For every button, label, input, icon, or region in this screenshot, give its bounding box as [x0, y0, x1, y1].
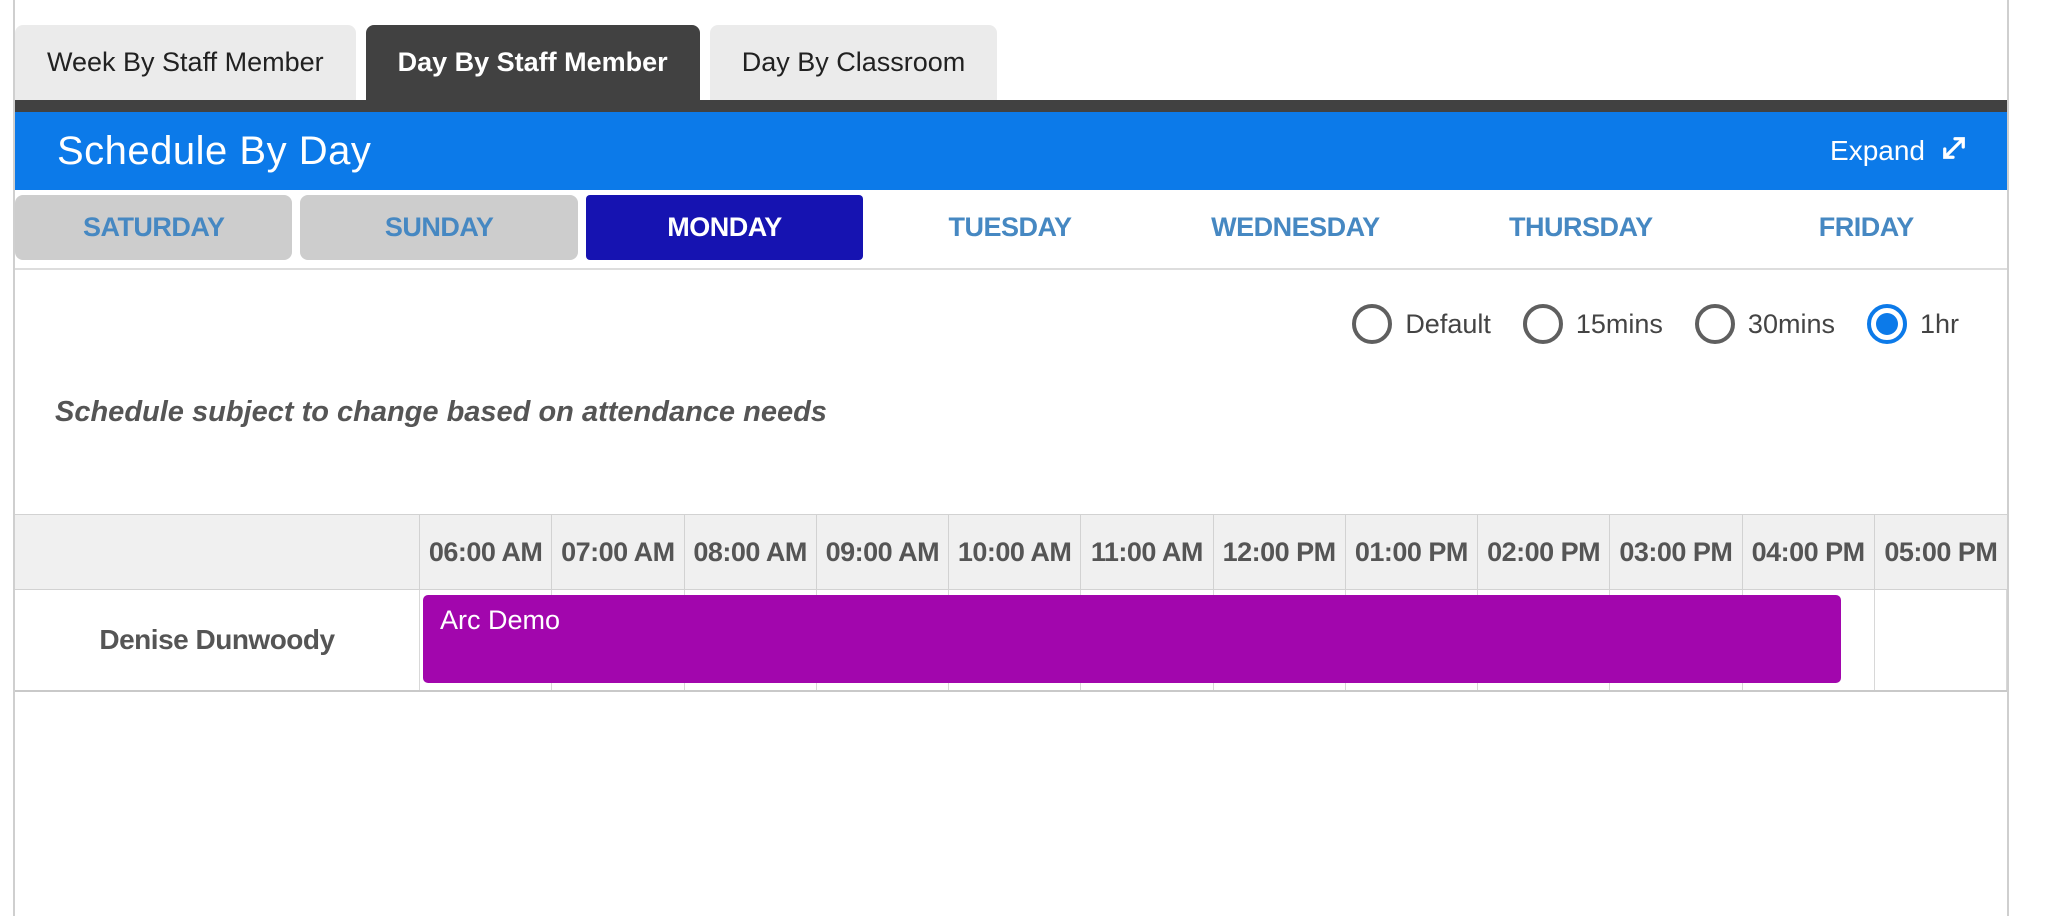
time-column-header: 12:00 PM [1214, 515, 1346, 589]
staff-column-header [15, 515, 420, 589]
expand-button-label: Expand [1830, 135, 1925, 166]
day-tab-saturday[interactable]: SATURDAY [15, 195, 293, 260]
schedule-rows: Denise Dunwoody Arc Demo [15, 590, 2007, 692]
time-column-header: 08:00 AM [685, 515, 817, 589]
time-column-header: 02:00 PM [1478, 515, 1611, 589]
event-bar[interactable]: Arc Demo [423, 595, 1841, 683]
day-tab-friday[interactable]: FRIDAY [1727, 195, 2005, 260]
schedule-note: Schedule subject to change based on atte… [55, 396, 827, 428]
schedule-page: Week By Staff Member Day By Staff Member D… [0, 0, 2045, 916]
interval-option-1hr[interactable]: 1hr [1866, 304, 1959, 344]
interval-option-30mins[interactable]: 30mins [1694, 304, 1835, 344]
time-column-header: 07:00 AM [552, 515, 685, 589]
schedule-header: Schedule By Day Expand [15, 112, 2007, 190]
time-column-header: 06:00 AM [420, 515, 553, 589]
interval-radio-group: Default 15mins 30mins 1hr [15, 270, 2007, 344]
radio-icon-default[interactable] [1352, 304, 1393, 344]
expand-icon [1939, 133, 1969, 170]
schedule-header-row: 06:00 AM 07:00 AM 08:00 AM 09:00 AM 10:00 AM… [15, 514, 2007, 590]
radio-icon-15mins[interactable] [1522, 304, 1563, 344]
radio-label: 15mins [1575, 308, 1663, 339]
radio-icon-1hr[interactable] [1866, 304, 1907, 344]
view-tabs: Week By Staff Member Day By Staff Member D… [15, 0, 2007, 100]
time-column-header: 03:00 PM [1610, 515, 1743, 589]
time-column-header: 09:00 AM [817, 515, 949, 589]
radio-label: Default [1405, 308, 1491, 339]
day-tab-wednesday[interactable]: WEDNESDAY [1156, 195, 1435, 260]
time-column-header: 04:00 PM [1743, 515, 1875, 589]
day-tab-monday[interactable]: MONDAY [585, 195, 864, 260]
controls-section: Default 15mins 30mins 1hr Schedule subject … [15, 270, 2007, 514]
view-tab-day-by-classroom[interactable]: Day By Classroom [709, 25, 998, 100]
schedule-panel: Week By Staff Member Day By Staff Member D… [13, 0, 2009, 916]
view-tab-day-by-staff-member[interactable]: Day By Staff Member [365, 25, 700, 100]
day-tabs: SATURDAY SUNDAY MONDAY TUESDAY WEDNESDAY THUR… [15, 190, 2007, 270]
day-tab-sunday[interactable]: SUNDAY [300, 195, 578, 260]
time-slot-cell[interactable] [1875, 590, 2007, 690]
time-column-header: 01:00 PM [1346, 515, 1478, 589]
time-column-header: 11:00 AM [1081, 515, 1214, 589]
day-tab-tuesday[interactable]: TUESDAY [871, 195, 1149, 260]
day-tab-thursday[interactable]: THURSDAY [1442, 195, 1720, 260]
interval-option-default[interactable]: Default [1352, 304, 1491, 344]
view-tab-week-by-staff-member[interactable]: Week By Staff Member [15, 25, 356, 100]
page-title: Schedule By Day [57, 128, 372, 173]
radio-icon-30mins[interactable] [1694, 304, 1735, 344]
tabs-underline-bar [15, 100, 2007, 112]
time-column-header: 10:00 AM [949, 515, 1082, 589]
interval-option-15mins[interactable]: 15mins [1522, 304, 1663, 344]
radio-label: 30mins [1747, 308, 1835, 339]
radio-label: 1hr [1919, 308, 1959, 339]
staff-name: Denise Dunwoody [15, 590, 420, 690]
time-column-header: 05:00 PM [1884, 536, 1998, 567]
expand-button[interactable]: Expand [1830, 133, 1969, 170]
table-row: Denise Dunwoody Arc Demo [15, 590, 2007, 692]
